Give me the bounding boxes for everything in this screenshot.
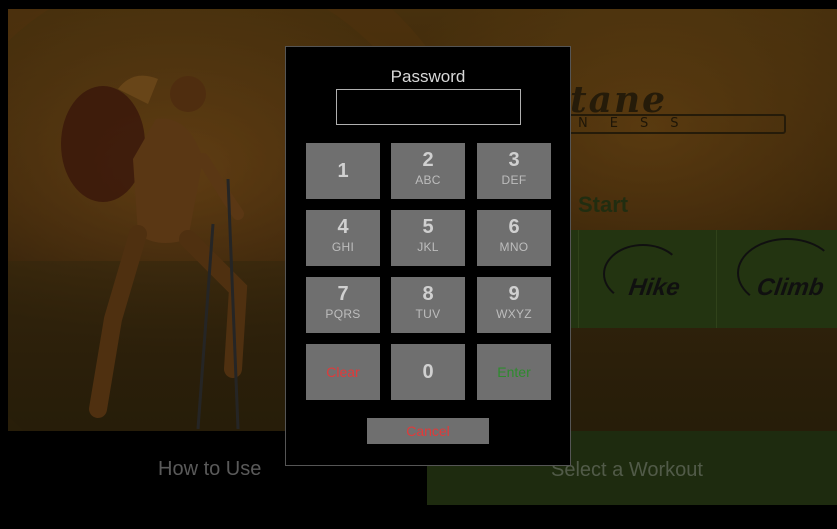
key-0-digit: 0 [422,361,434,383]
password-input[interactable] [336,89,521,125]
key-7[interactable]: 7 PQRS [306,277,380,333]
dialog-title: Password [390,67,466,86]
key-6-letters: MNO [499,240,529,254]
key-5-digit: 5 [422,216,434,238]
key-2[interactable]: 2 ABC [391,143,465,199]
key-3[interactable]: 3 DEF [477,143,551,199]
key-2-digit: 2 [422,149,434,171]
key-5-letters: JKL [417,240,439,254]
key-4[interactable]: 4 GHI [306,210,380,266]
enter-label: Enter [497,364,531,380]
key-6[interactable]: 6 MNO [477,210,551,266]
key-8-letters: TUV [415,307,441,321]
clear-label: Clear [326,364,360,380]
key-9[interactable]: 9 WXYZ [477,277,551,333]
key-4-digit: 4 [337,216,349,238]
key-9-digit: 9 [508,283,520,305]
key-8[interactable]: 8 TUV [391,277,465,333]
key-3-letters: DEF [501,173,527,187]
key-7-digit: 7 [337,283,349,305]
key-8-digit: 8 [422,283,434,305]
key-0[interactable]: 0 [391,344,465,400]
app-screen: tane NESS Start Hike Climb How to Use Se… [0,0,837,529]
key-3-digit: 3 [508,149,520,171]
clear-button[interactable]: Clear [306,344,380,400]
key-2-letters: ABC [415,173,441,187]
key-1[interactable]: 1 [306,143,380,199]
key-5[interactable]: 5 JKL [391,210,465,266]
cancel-button[interactable]: Cancel [367,418,489,444]
key-7-letters: PQRS [325,307,361,321]
key-9-letters: WXYZ [496,307,532,321]
key-4-letters: GHI [331,240,355,254]
enter-button[interactable]: Enter [477,344,551,400]
key-6-digit: 6 [508,216,520,238]
key-1-digit: 1 [337,160,349,182]
password-dialog: Password 1 2 ABC 3 DEF 4 GHI 5 JKL 6 MNO [285,46,571,466]
